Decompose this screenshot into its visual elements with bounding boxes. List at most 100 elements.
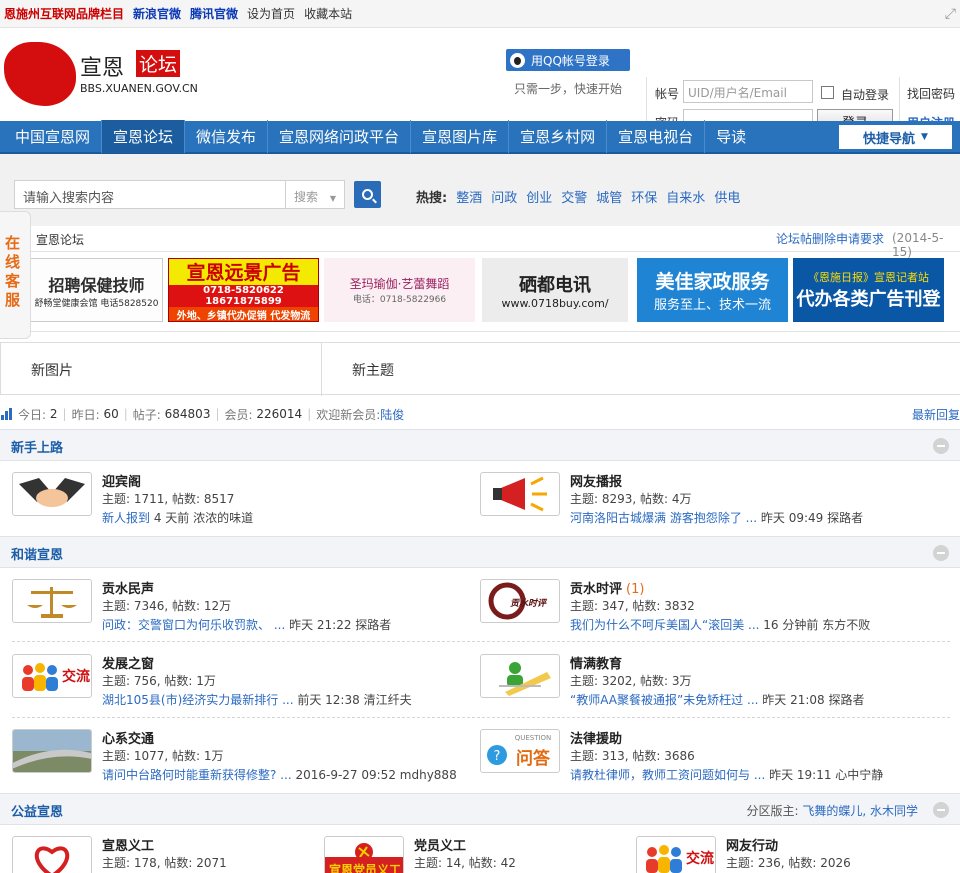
hot-search-link[interactable]: 自来水 bbox=[666, 187, 705, 206]
last-post-user[interactable]: 探路者 bbox=[823, 511, 863, 525]
last-post-user[interactable]: 东方不败 bbox=[818, 618, 870, 632]
last-post-user[interactable]: mdhy888 bbox=[396, 768, 457, 782]
nav-item-forum[interactable]: 宣恩论坛 bbox=[102, 120, 186, 153]
ad-banner[interactable]: 宣恩远景广告 0718-5820622 18671875899 外地、乡镇代办促… bbox=[168, 258, 319, 322]
forum-item[interactable]: 心系交通 主题: 1077, 帖数: 1万 请问中台路何时能重新获得修整? ..… bbox=[12, 729, 462, 787]
forum-item[interactable]: 交流 网友行动 主题: 236, 帖数: 2026 bbox=[636, 836, 936, 873]
hot-search-link[interactable]: 整酒 bbox=[456, 187, 482, 206]
category-header[interactable]: 新手上路 bbox=[0, 429, 960, 461]
forum-name[interactable]: 贡水民声 bbox=[102, 578, 154, 597]
auto-login-checkbox[interactable] bbox=[821, 86, 834, 99]
nav-item-wechat[interactable]: 微信发布 bbox=[185, 120, 269, 153]
last-post-user[interactable]: 探路者 bbox=[825, 693, 864, 707]
forum-name[interactable]: 党员义工 bbox=[414, 835, 466, 854]
online-service-tab[interactable]: 在线客服 bbox=[0, 211, 31, 339]
ad-banner[interactable]: 美佳家政服务 服务至上、技术一流 bbox=[637, 258, 788, 322]
hot-search-link[interactable]: 问政 bbox=[491, 187, 517, 206]
forum-item[interactable]: 贡水民声 主题: 7346, 帖数: 12万 问政：交警窗口为何乐收罚款、 ..… bbox=[12, 579, 462, 637]
last-post-link[interactable]: 新人报到 bbox=[102, 511, 150, 525]
last-post-user[interactable]: 浓浓的味道 bbox=[189, 511, 253, 525]
forum-stats: 主题: 347, 帖数: 3832 bbox=[570, 599, 695, 613]
forum-stats: 主题: 756, 帖数: 1万 bbox=[102, 674, 216, 688]
forum-name[interactable]: 贡水时评 (1) bbox=[570, 578, 644, 597]
collapse-icon[interactable] bbox=[933, 802, 949, 818]
forum-item[interactable]: 情满教育 主题: 3202, 帖数: 3万 “教师AA聚餐被通报”未免矫枉过 .… bbox=[480, 654, 950, 712]
forum-item[interactable]: 宣恩党员义工 党员义工 主题: 14, 帖数: 42 bbox=[324, 836, 624, 873]
ad-banner[interactable]: 《恩施日报》宣恩记者站 代办各类广告刊登 bbox=[793, 258, 944, 322]
hot-search-link[interactable]: 城管 bbox=[596, 187, 622, 206]
last-post-link[interactable]: 我们为什么不呵斥美国人“滚回美 ... bbox=[570, 618, 759, 632]
expand-icon[interactable]: ⤢ bbox=[945, 6, 956, 22]
category-header[interactable]: 公益宣恩 分区版主: 飞舞的蝶儿, 水木同学 bbox=[0, 793, 960, 825]
set-home-link[interactable]: 设为首页 bbox=[247, 5, 295, 22]
stats-label: 帖子: bbox=[132, 407, 161, 422]
nav-item-gallery[interactable]: 宣恩图片库 bbox=[411, 120, 510, 153]
forum-item[interactable]: 贡水时评 贡水时评 (1) 主题: 347, 帖数: 3832 我们为什么不呵斥美… bbox=[480, 579, 950, 637]
nav-item-tv[interactable]: 宣恩电视台 bbox=[607, 120, 706, 153]
category-header[interactable]: 和谐宣恩 bbox=[0, 536, 960, 568]
last-post-link[interactable]: 请问中台路何时能重新获得修整? ... bbox=[102, 768, 292, 782]
last-post-link[interactable]: 河南洛阳古城爆满 游客抱怨除了 ... bbox=[570, 511, 757, 525]
breadcrumb-forum-link[interactable]: 宣恩论坛 bbox=[36, 231, 84, 248]
forum-item[interactable]: ? QUESTION 问答 法律援助 主题: 313, 帖数: 3686 请教杜… bbox=[480, 729, 950, 787]
hot-search-link[interactable]: 供电 bbox=[714, 187, 740, 206]
search-button[interactable] bbox=[354, 181, 381, 208]
forum-name[interactable]: 发展之窗 bbox=[102, 653, 154, 672]
forum-name[interactable]: 网友行动 bbox=[726, 835, 778, 854]
forum-name[interactable]: 迎宾阁 bbox=[102, 471, 141, 490]
collapse-icon[interactable] bbox=[933, 438, 949, 454]
auto-login-label[interactable]: 自动登录 bbox=[841, 86, 889, 103]
last-post-time: 4 天前 bbox=[150, 511, 190, 525]
latest-replies-link[interactable]: 最新回复 bbox=[912, 406, 960, 423]
forum-name[interactable]: 宣恩义工 bbox=[102, 835, 154, 854]
forum-item[interactable]: 网友播报 主题: 8293, 帖数: 4万 河南洛阳古城爆满 游客抱怨除了 ..… bbox=[480, 472, 950, 530]
site-logo[interactable]: 宣恩 论坛 BBS.XUANEN.GOV.CN bbox=[4, 42, 204, 122]
search-input[interactable]: 请输入搜索内容 bbox=[14, 180, 286, 209]
last-post-link[interactable]: 问政：交警窗口为何乐收罚款、 ... bbox=[102, 618, 285, 632]
last-post-link[interactable]: 请教杜律师，教师工资问题如何与 ... bbox=[570, 768, 765, 782]
account-input[interactable]: UID/用户名/Email bbox=[683, 80, 813, 103]
qq-login-button[interactable]: 用QQ帐号登录 bbox=[506, 49, 630, 71]
last-post-link[interactable]: “教师AA聚餐被通报”未免矫枉过 ... bbox=[570, 693, 758, 707]
last-post-user[interactable]: 清江纤夫 bbox=[360, 693, 412, 707]
stats-today: 2 bbox=[49, 407, 58, 421]
hot-search-link[interactable]: 交警 bbox=[561, 187, 587, 206]
ad-subtitle: 《恩施日报》宣恩记者站 bbox=[808, 271, 929, 284]
ad-banner[interactable]: 硒都电讯 www.0718buy.com/ bbox=[482, 258, 628, 322]
nav-item-xuanen-net[interactable]: 中国宣恩网 bbox=[4, 120, 103, 153]
forum-item[interactable]: 交流 发展之窗 主题: 756, 帖数: 1万 湖北105县(市)经济实力最新排… bbox=[12, 654, 462, 712]
hot-search-link[interactable]: 环保 bbox=[631, 187, 657, 206]
forum-name[interactable]: 心系交通 bbox=[102, 728, 154, 747]
last-post-link[interactable]: 湖北105县(市)经济实力最新排行 ... bbox=[102, 693, 294, 707]
nav-item-guide[interactable]: 导读 bbox=[705, 120, 757, 153]
nav-item-wenzheng[interactable]: 宣恩网络问政平台 bbox=[268, 120, 412, 153]
quick-nav-button[interactable]: 快捷导航 ▼ bbox=[839, 125, 952, 149]
forum-item[interactable]: 迎宾阁 主题: 1711, 帖数: 8517 新人报到 4 天前 浓浓的味道 bbox=[12, 472, 462, 530]
find-password-link[interactable]: 找回密码 bbox=[907, 85, 955, 102]
search-type-label: 搜索 bbox=[294, 190, 319, 204]
brand-link[interactable]: 恩施州互联网品牌栏目 bbox=[4, 5, 124, 22]
favorite-link[interactable]: 收藏本站 bbox=[304, 5, 352, 22]
tencent-weibo-link[interactable]: 腾讯官微 bbox=[190, 5, 238, 22]
commentary-seal-icon: 贡水时评 bbox=[480, 579, 560, 623]
forum-last-post: 河南洛阳古城爆满 游客抱怨除了 ... 昨天 09:49 探路者 bbox=[570, 509, 863, 526]
moderators-links[interactable]: 飞舞的蝶儿, 水木同学 bbox=[802, 804, 918, 818]
ad-title: 招聘保健技师 bbox=[48, 275, 145, 295]
forum-name[interactable]: 情满教育 bbox=[570, 653, 622, 672]
forum-item[interactable]: 宣恩义工 主题: 178, 帖数: 2071 bbox=[12, 836, 312, 873]
last-post-user[interactable]: 心中宁静 bbox=[831, 768, 883, 782]
nav-item-village[interactable]: 宣恩乡村网 bbox=[509, 120, 608, 153]
ad-banner[interactable]: 圣玛瑜伽·艺蕾舞蹈 电话：0718-5822966 bbox=[324, 258, 475, 322]
ad-banner[interactable]: 招聘保健技师 舒畅堂健康会馆 电话5828520 bbox=[30, 258, 163, 322]
delete-request-link[interactable]: 论坛帖删除申请要求 bbox=[776, 230, 884, 247]
collapse-icon[interactable] bbox=[933, 545, 949, 561]
last-post-time: 昨天 21:08 bbox=[758, 693, 825, 707]
last-post-user[interactable]: 探路者 bbox=[351, 618, 391, 632]
forum-name[interactable]: 法律援助 bbox=[570, 728, 622, 747]
hot-search-link[interactable]: 创业 bbox=[526, 187, 552, 206]
new-member-link[interactable]: 陆俊 bbox=[380, 406, 404, 423]
sina-weibo-link[interactable]: 新浪官微 bbox=[133, 5, 181, 22]
caret-down-icon: ▼ bbox=[329, 194, 336, 203]
search-type-select[interactable]: 搜索 ▼ bbox=[285, 180, 345, 209]
forum-name[interactable]: 网友播报 bbox=[570, 471, 622, 490]
